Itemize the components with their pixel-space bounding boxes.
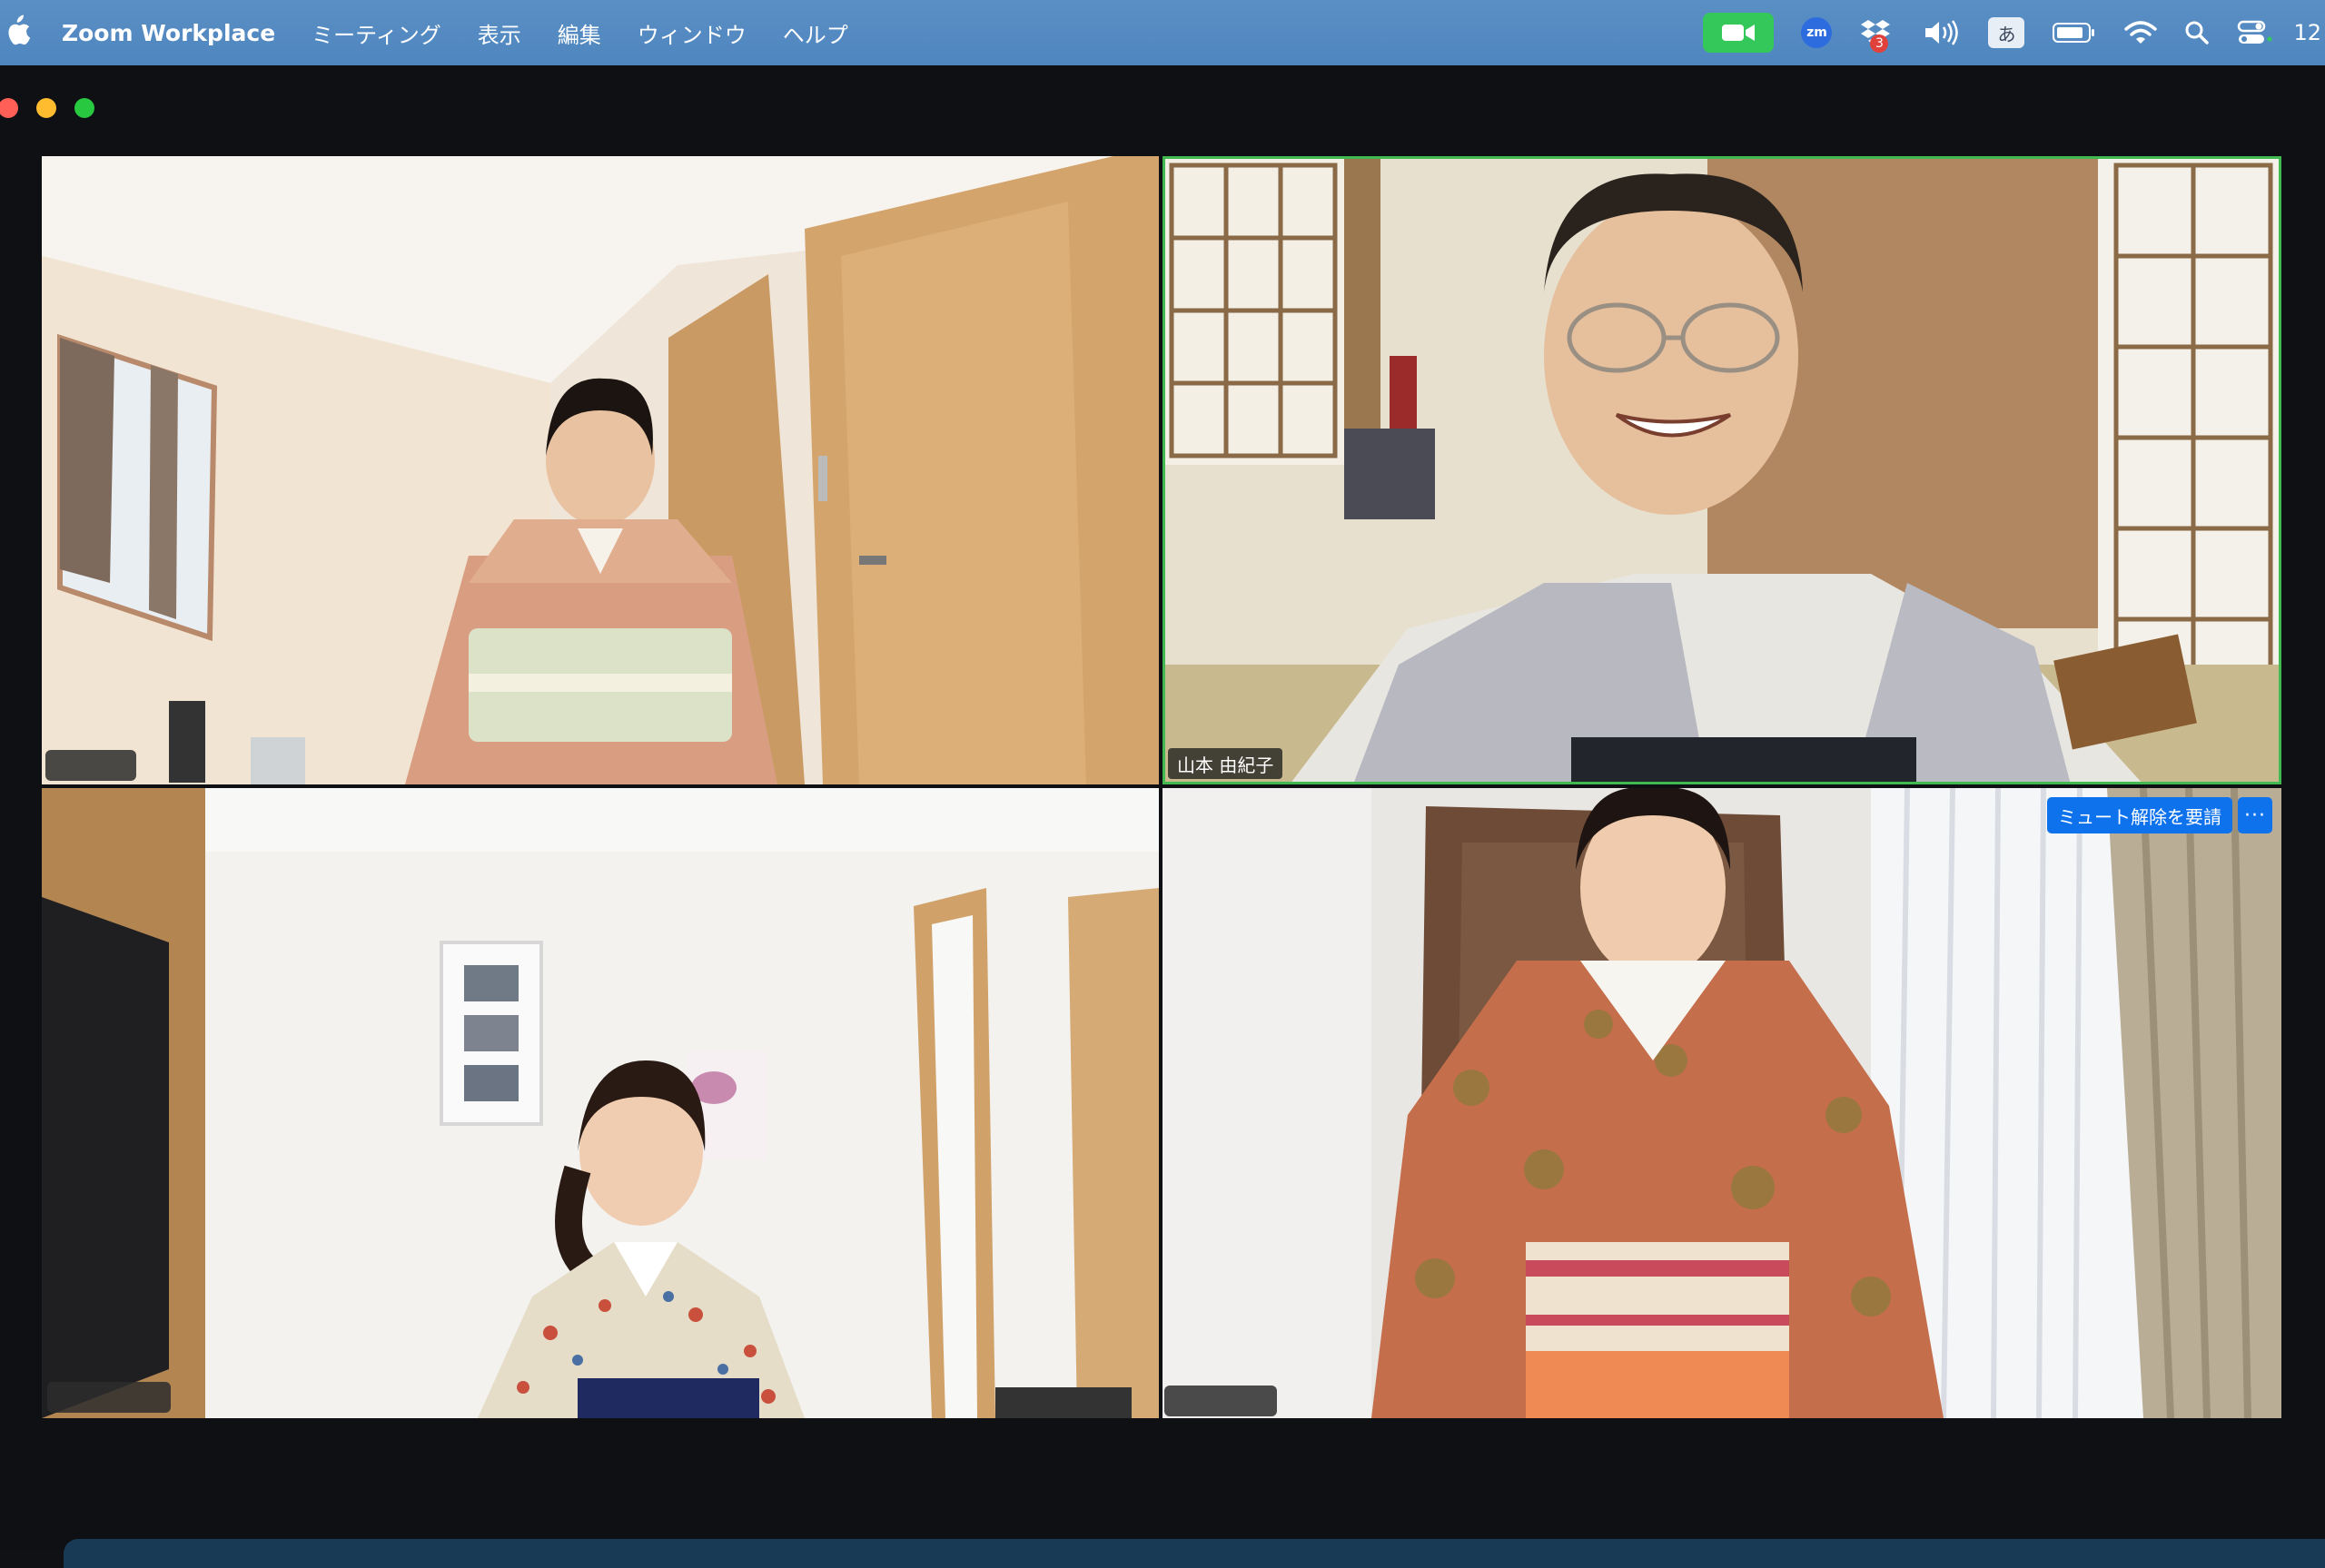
input-method-icon[interactable]: あ <box>1988 17 2025 48</box>
volume-icon[interactable] <box>1923 19 1961 46</box>
participant-video-tile-1[interactable] <box>42 156 1159 784</box>
menu-meeting[interactable]: ミーティング <box>312 17 441 49</box>
app-menu-zoom[interactable]: Zoom Workplace <box>62 20 275 46</box>
dock-edge <box>64 1539 2325 1568</box>
participant-name-tag-2: 山本 由紀子 <box>1168 748 1283 779</box>
dropbox-icon[interactable]: 3 <box>1859 16 1895 53</box>
participant-name-tag-4 <box>1164 1386 1277 1416</box>
window-close-button[interactable] <box>0 98 18 118</box>
participant-name-tag-1 <box>45 750 136 781</box>
status-area: zm 3 あ 12 <box>1676 0 2325 65</box>
apple-logo-icon[interactable] <box>4 15 31 47</box>
battery-icon[interactable] <box>2052 21 2097 44</box>
more-options-button[interactable]: ··· <box>2238 797 2272 833</box>
dropbox-badge: 3 <box>1870 35 1889 53</box>
participant-video-tile-4[interactable]: ミュート解除を要請 ··· <box>1162 788 2281 1418</box>
menu-bar: Zoom Workplace ミーティング 表示 編集 ウィンドウ ヘルプ zm… <box>0 0 2325 65</box>
gallery-view: 山本 由紀子 ミュート解除を要請 ··· <box>42 156 2281 1418</box>
zoom-app-icon[interactable]: zm <box>1801 17 1833 48</box>
participant-video-4 <box>1162 788 2281 1418</box>
zoom-meeting-window: 山本 由紀子 ミュート解除を要請 ··· <box>0 65 2325 1568</box>
menu-edit[interactable]: 編集 <box>558 17 601 49</box>
participant-name-tag-3 <box>47 1382 171 1413</box>
window-zoom-button[interactable] <box>74 98 94 118</box>
menubar-clock[interactable]: 12 <box>2293 20 2321 45</box>
menu-view[interactable]: 表示 <box>478 17 521 49</box>
zoom-video-icon[interactable] <box>1703 13 1775 53</box>
participant-video-tile-2[interactable]: 山本 由紀子 <box>1162 156 2281 784</box>
participant-video-2 <box>1162 156 2281 784</box>
wifi-icon[interactable] <box>2124 20 2158 45</box>
menu-window[interactable]: ウィンドウ <box>638 17 747 49</box>
spotlight-search-icon[interactable] <box>2184 20 2210 45</box>
participant-video-tile-3[interactable] <box>42 788 1159 1418</box>
menu-help[interactable]: ヘルプ <box>783 17 848 49</box>
ask-to-unmute-button[interactable]: ミュート解除を要請 <box>2047 797 2232 833</box>
control-center-icon[interactable] <box>2237 19 2273 46</box>
window-minimize-button[interactable] <box>36 98 56 118</box>
participant-video-1 <box>42 156 1159 784</box>
participant-video-3 <box>42 788 1159 1418</box>
